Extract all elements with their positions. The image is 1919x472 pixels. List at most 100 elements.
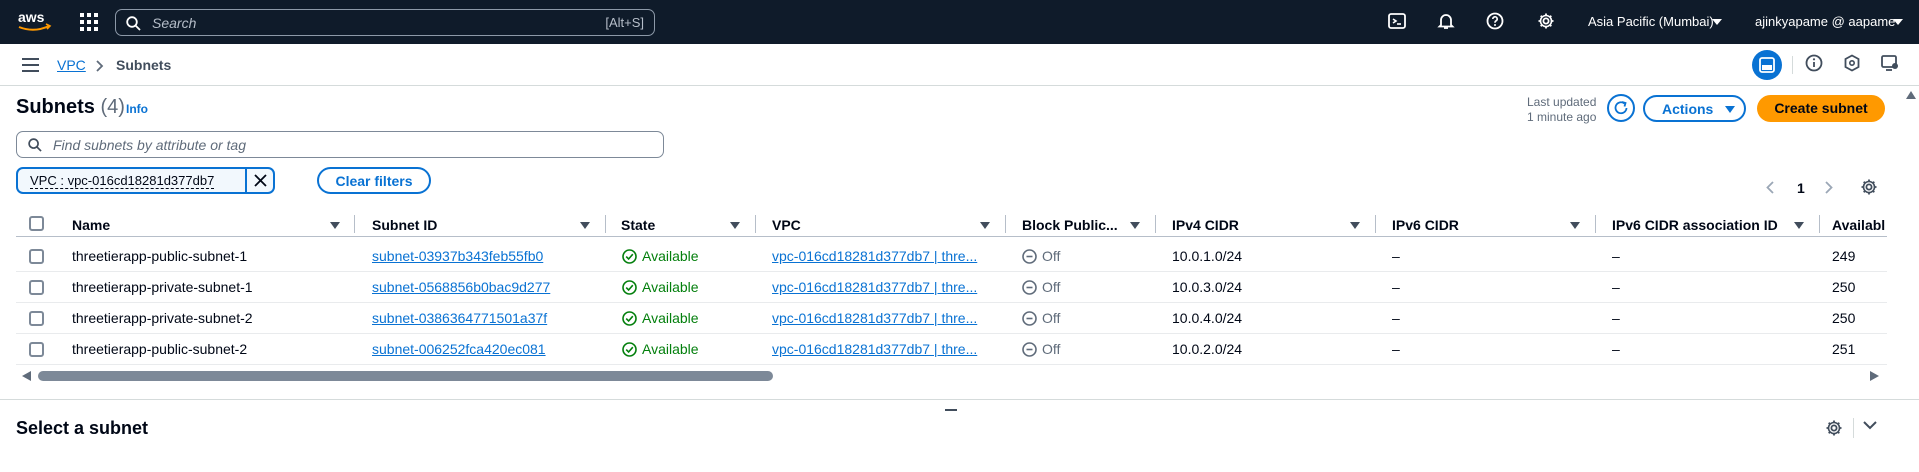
column-header-available-ips[interactable]: Availabl	[1832, 217, 1885, 233]
table-row[interactable]: threetierapp-private-subnet-1 subnet-056…	[16, 272, 1887, 303]
cell-subnet-id[interactable]: subnet-0568856b0bac9d277	[372, 279, 550, 295]
table-row[interactable]: threetierapp-public-subnet-1 subnet-0393…	[16, 241, 1887, 272]
sort-caret-icon[interactable]	[1350, 222, 1360, 229]
account-menu[interactable]: ajinkyapame @ aapame	[1755, 14, 1895, 29]
column-divider[interactable]	[1819, 215, 1820, 233]
cell-state: Available	[642, 310, 699, 326]
actions-label: Actions	[1662, 101, 1714, 117]
sort-caret-icon[interactable]	[730, 222, 740, 229]
horizontal-scrollbar-thumb[interactable]	[38, 371, 773, 381]
services-grid-icon[interactable]	[80, 13, 98, 31]
search-icon	[28, 138, 42, 152]
search-icon	[126, 16, 141, 31]
cell-available-ips: 251	[1832, 341, 1856, 357]
cell-vpc[interactable]: vpc-016cd18281d377db7 | thre...	[772, 310, 977, 326]
search-placeholder: Search	[152, 15, 197, 31]
column-divider[interactable]	[1595, 215, 1596, 233]
column-header-ipv6-cidr[interactable]: IPv6 CIDR	[1392, 217, 1459, 233]
cell-ipv6-cidr: –	[1392, 341, 1400, 357]
cell-vpc[interactable]: vpc-016cd18281d377db7 | thre...	[772, 248, 977, 264]
filter-token-label[interactable]: VPC : vpc-016cd18281d377db7	[30, 173, 215, 189]
clear-filters-button[interactable]: Clear filters	[317, 167, 431, 194]
table-settings-gear-icon[interactable]	[1860, 178, 1878, 196]
last-updated-value: 1 minute ago	[1527, 110, 1597, 124]
breadcrumb-current: Subnets	[116, 57, 172, 73]
column-header-ipv6-association[interactable]: IPv6 CIDR association ID	[1612, 217, 1778, 233]
column-header-block-public[interactable]: Block Public...	[1022, 217, 1118, 233]
column-divider[interactable]	[1005, 215, 1006, 233]
sort-caret-icon[interactable]	[1130, 222, 1140, 229]
select-all-checkbox[interactable]	[29, 216, 44, 231]
off-status-icon	[1022, 342, 1037, 357]
scroll-right-icon[interactable]	[1870, 371, 1879, 381]
table-header: Name Subnet ID State VPC Block Public...…	[16, 213, 1887, 237]
cell-state: Available	[642, 248, 699, 264]
sort-caret-icon[interactable]	[330, 222, 340, 229]
column-header-vpc[interactable]: VPC	[772, 217, 801, 233]
menu-icon[interactable]	[22, 58, 39, 72]
subnet-filter-input[interactable]: Find subnets by attribute or tag	[16, 131, 664, 158]
info-panel-icon[interactable]	[1805, 54, 1823, 72]
sort-caret-icon[interactable]	[580, 222, 590, 229]
column-header-name[interactable]: Name	[72, 217, 110, 233]
feedback-icon[interactable]	[1881, 54, 1899, 72]
table-row[interactable]: threetierapp-private-subnet-2 subnet-038…	[16, 303, 1887, 334]
column-divider[interactable]	[755, 215, 756, 233]
column-divider[interactable]	[1375, 215, 1376, 233]
cell-subnet-id[interactable]: subnet-0386364771501a37f	[372, 310, 547, 326]
breadcrumb-bar: VPC Subnets	[0, 44, 1919, 86]
row-checkbox[interactable]	[29, 311, 44, 326]
sort-caret-icon[interactable]	[980, 222, 990, 229]
cell-subnet-id[interactable]: subnet-006252fca420ec081	[372, 341, 546, 357]
region-selector[interactable]: Asia Pacific (Mumbai)	[1588, 14, 1714, 29]
next-page-icon[interactable]	[1825, 181, 1833, 194]
cell-ipv6-association: –	[1612, 341, 1620, 357]
row-checkbox[interactable]	[29, 280, 44, 295]
row-checkbox[interactable]	[29, 249, 44, 264]
cell-vpc[interactable]: vpc-016cd18281d377db7 | thre...	[772, 279, 977, 295]
row-checkbox[interactable]	[29, 342, 44, 357]
cell-subnet-id[interactable]: subnet-03937b343feb55fb0	[372, 248, 543, 264]
cell-ipv6-cidr: –	[1392, 279, 1400, 295]
cloudshell-icon[interactable]	[1388, 12, 1406, 30]
top-navigation: aws Search [Alt+S] Asia Pacific (Mumbai)…	[0, 0, 1919, 44]
column-header-subnet-id[interactable]: Subnet ID	[372, 217, 437, 233]
table-row[interactable]: threetierapp-public-subnet-2 subnet-0062…	[16, 334, 1887, 365]
cell-name: threetierapp-public-subnet-1	[72, 248, 248, 264]
success-check-icon	[622, 249, 637, 264]
actions-button[interactable]: Actions	[1643, 95, 1746, 122]
info-link[interactable]: Info	[126, 102, 148, 116]
bell-icon[interactable]	[1437, 12, 1455, 30]
scroll-up-icon[interactable]	[1906, 91, 1916, 99]
last-updated-label: Last updated	[1527, 95, 1597, 109]
previous-page-icon[interactable]	[1766, 181, 1774, 194]
column-header-ipv4-cidr[interactable]: IPv4 CIDR	[1172, 217, 1239, 233]
scroll-left-icon[interactable]	[22, 371, 31, 381]
column-divider[interactable]	[1155, 215, 1156, 233]
gear-icon[interactable]	[1537, 12, 1555, 30]
security-icon[interactable]	[1843, 54, 1861, 72]
column-divider[interactable]	[354, 215, 355, 233]
cell-vpc[interactable]: vpc-016cd18281d377db7 | thre...	[772, 341, 977, 357]
create-subnet-button[interactable]: Create subnet	[1757, 95, 1885, 122]
global-search-input[interactable]: Search [Alt+S]	[115, 9, 655, 36]
chevron-down-icon[interactable]	[1863, 421, 1877, 430]
split-panel-resize-handle[interactable]	[945, 409, 957, 411]
column-header-state[interactable]: State	[621, 217, 655, 233]
aws-logo[interactable]: aws	[17, 10, 53, 34]
refresh-button[interactable]	[1607, 94, 1635, 122]
last-updated: Last updated 1 minute ago	[1527, 95, 1596, 125]
split-panel-toggle-icon[interactable]	[1752, 50, 1782, 80]
help-icon[interactable]	[1486, 12, 1504, 30]
sort-caret-icon[interactable]	[1794, 222, 1804, 229]
sort-caret-icon[interactable]	[1570, 222, 1580, 229]
breadcrumb-vpc[interactable]: VPC	[57, 57, 86, 73]
cell-name: threetierapp-private-subnet-2	[72, 310, 253, 326]
remove-filter-icon[interactable]	[253, 173, 268, 188]
filter-token[interactable]: VPC : vpc-016cd18281d377db7	[16, 167, 275, 194]
cell-ipv6-association: –	[1612, 279, 1620, 295]
page-number[interactable]: 1	[1797, 180, 1805, 196]
column-divider[interactable]	[605, 215, 606, 233]
split-panel-title: Select a subnet	[16, 418, 149, 438]
split-panel-settings-gear-icon[interactable]	[1825, 419, 1843, 437]
